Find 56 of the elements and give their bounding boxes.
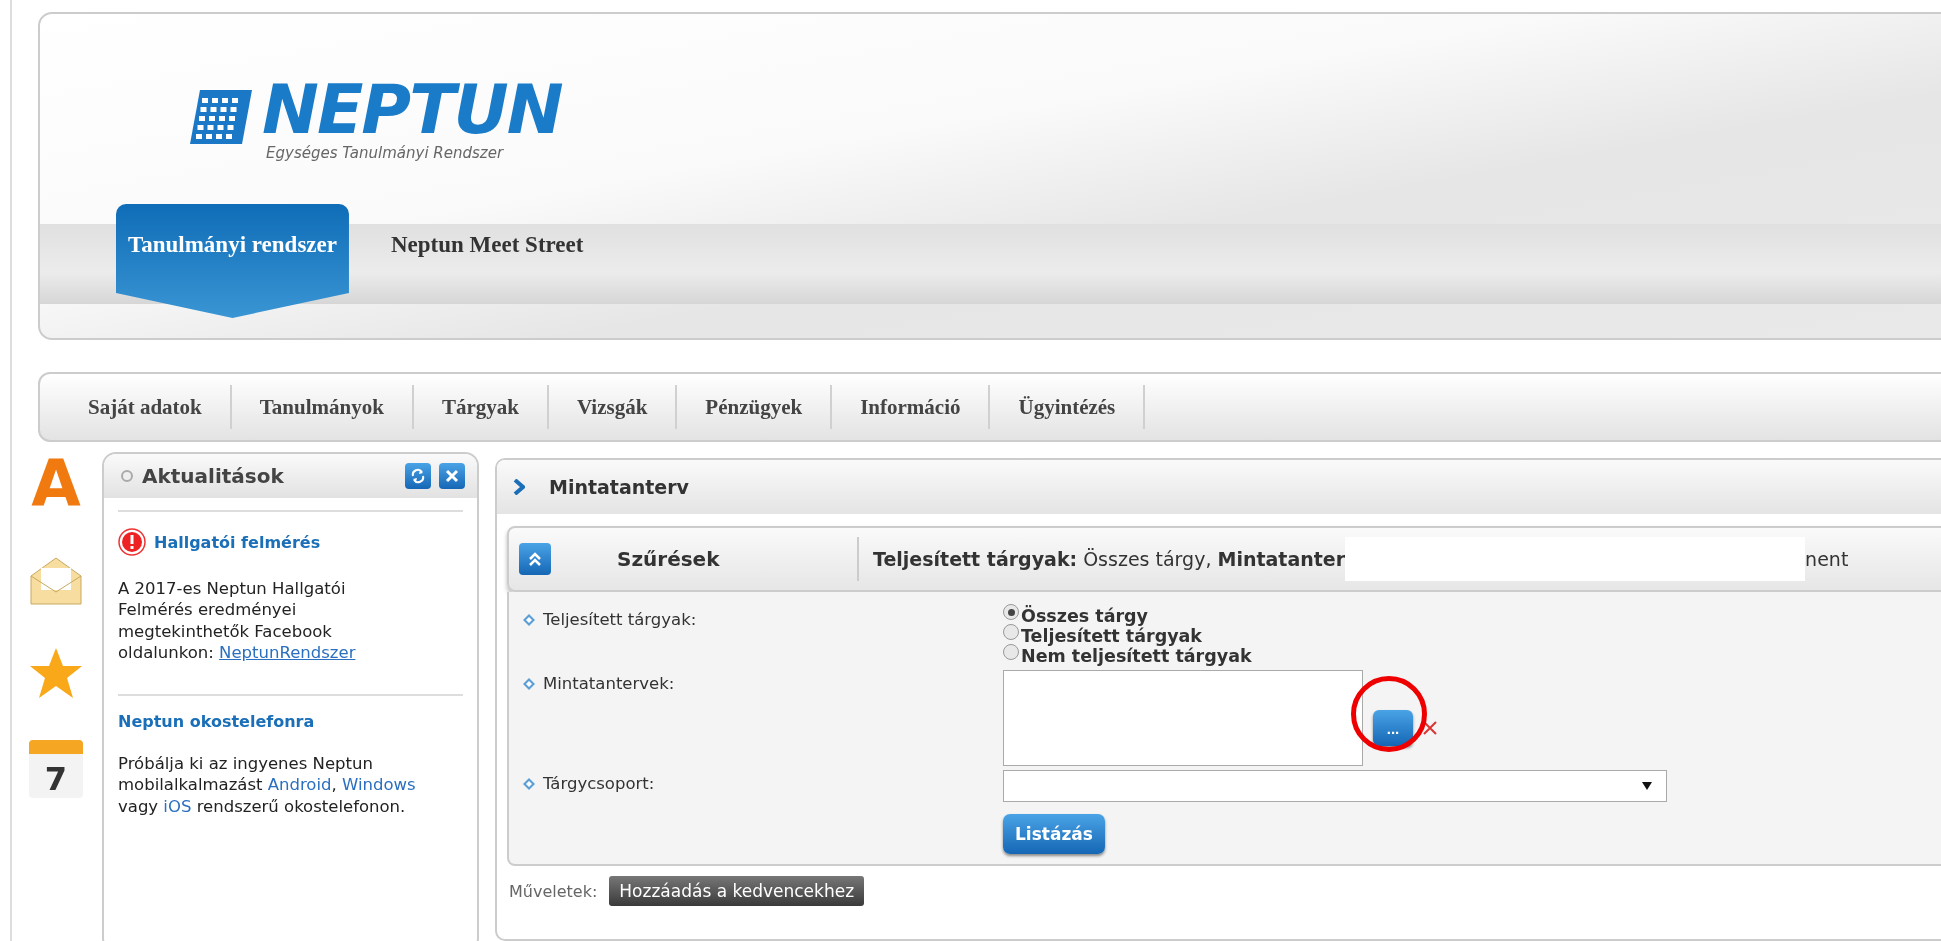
double-chevron-icon	[528, 551, 542, 567]
filter-summary: Teljesített tárgyak: Összes tárgy, Mintatanter	[872, 548, 1346, 570]
menu-item[interactable]: Információ	[832, 385, 991, 429]
refresh-icon	[410, 468, 426, 484]
star-icon[interactable]	[28, 646, 84, 700]
collapse-button[interactable]	[519, 543, 551, 575]
radio-button[interactable]	[1003, 644, 1019, 660]
list-button[interactable]: Listázás	[1003, 814, 1105, 854]
radio-option[interactable]: Összes tárgy	[1003, 606, 1941, 626]
news-title[interactable]: Neptun okostelefonra	[118, 711, 315, 731]
news-text: A 2017-es Neptun Hallgatói Felmérés eredményei megtekinthetők Facebook oldalunkon: NeptunRendszer	[118, 578, 357, 664]
text-link[interactable]: iOS	[163, 796, 192, 816]
radio-option[interactable]: Teljesített tárgyak	[1003, 626, 1941, 646]
filter-label: Szűrések	[551, 537, 859, 581]
page-title: Mintatanterv	[549, 476, 689, 498]
menu-item[interactable]: Vizsgák	[548, 385, 678, 429]
filter-summary-end: nent	[1805, 548, 1849, 570]
radio-dot-icon	[120, 469, 134, 483]
menu-item[interactable]: Ügyintézés	[990, 385, 1146, 429]
radio-button[interactable]	[1003, 604, 1019, 620]
radio-button[interactable]	[1003, 624, 1019, 640]
menu-item[interactable]: Tanulmányok	[231, 385, 414, 429]
menu-item[interactable]: Pénzügyek	[677, 385, 833, 429]
browse-button[interactable]: ...	[1373, 710, 1413, 746]
text-area[interactable]	[1003, 670, 1363, 766]
panel-title: Aktualitások	[142, 464, 285, 488]
menu-item[interactable]: Tárgyak	[413, 385, 549, 429]
logo-tagline: Egységes Tanulmányi Rendszer	[266, 144, 505, 162]
field-label: Tárgycsoport:	[543, 774, 655, 793]
chevron-right-icon	[513, 479, 525, 495]
dropdown-arrow-icon	[1642, 782, 1652, 790]
menu-item[interactable]: Saját adatok	[60, 385, 232, 429]
field-label: Mintatantervek:	[543, 674, 675, 693]
text-link[interactable]: NeptunRendszer	[219, 643, 356, 663]
radio-option[interactable]: Nem teljesített tárgyak	[1003, 646, 1941, 666]
news-title[interactable]: Hallgatói felmérés	[154, 532, 321, 552]
system-tab[interactable]: Neptun Meet Street	[378, 224, 596, 266]
text-link[interactable]: Android	[267, 775, 332, 795]
bullet-icon	[523, 778, 535, 790]
close-icon	[445, 469, 459, 483]
text-link[interactable]: Windows	[342, 775, 416, 795]
field-label: Teljesített tárgyak:	[543, 610, 697, 629]
calendar-icon[interactable]: 7	[29, 740, 83, 798]
alert-icon	[118, 528, 146, 556]
favorite-button[interactable]: Hozzáadás a kedvencekhez	[609, 876, 865, 906]
news-text: Próbálja ki az ingyenes Neptun mobilalkalmazást Android, Windows vagy iOS rendszerű okostelefonon.	[118, 752, 417, 818]
bullet-icon	[523, 678, 535, 690]
close-button[interactable]	[439, 463, 465, 489]
envelope-icon[interactable]	[29, 556, 83, 606]
actions-label: Műveletek:	[509, 881, 598, 901]
refresh-button[interactable]	[405, 463, 431, 489]
system-tab[interactable]: Tanulmányi rendszer	[116, 204, 349, 318]
logo-text: NEPTUN	[262, 76, 562, 144]
close-icon[interactable]	[1423, 721, 1437, 735]
dropdown-field[interactable]	[1003, 770, 1667, 802]
bullet-icon	[523, 614, 535, 626]
